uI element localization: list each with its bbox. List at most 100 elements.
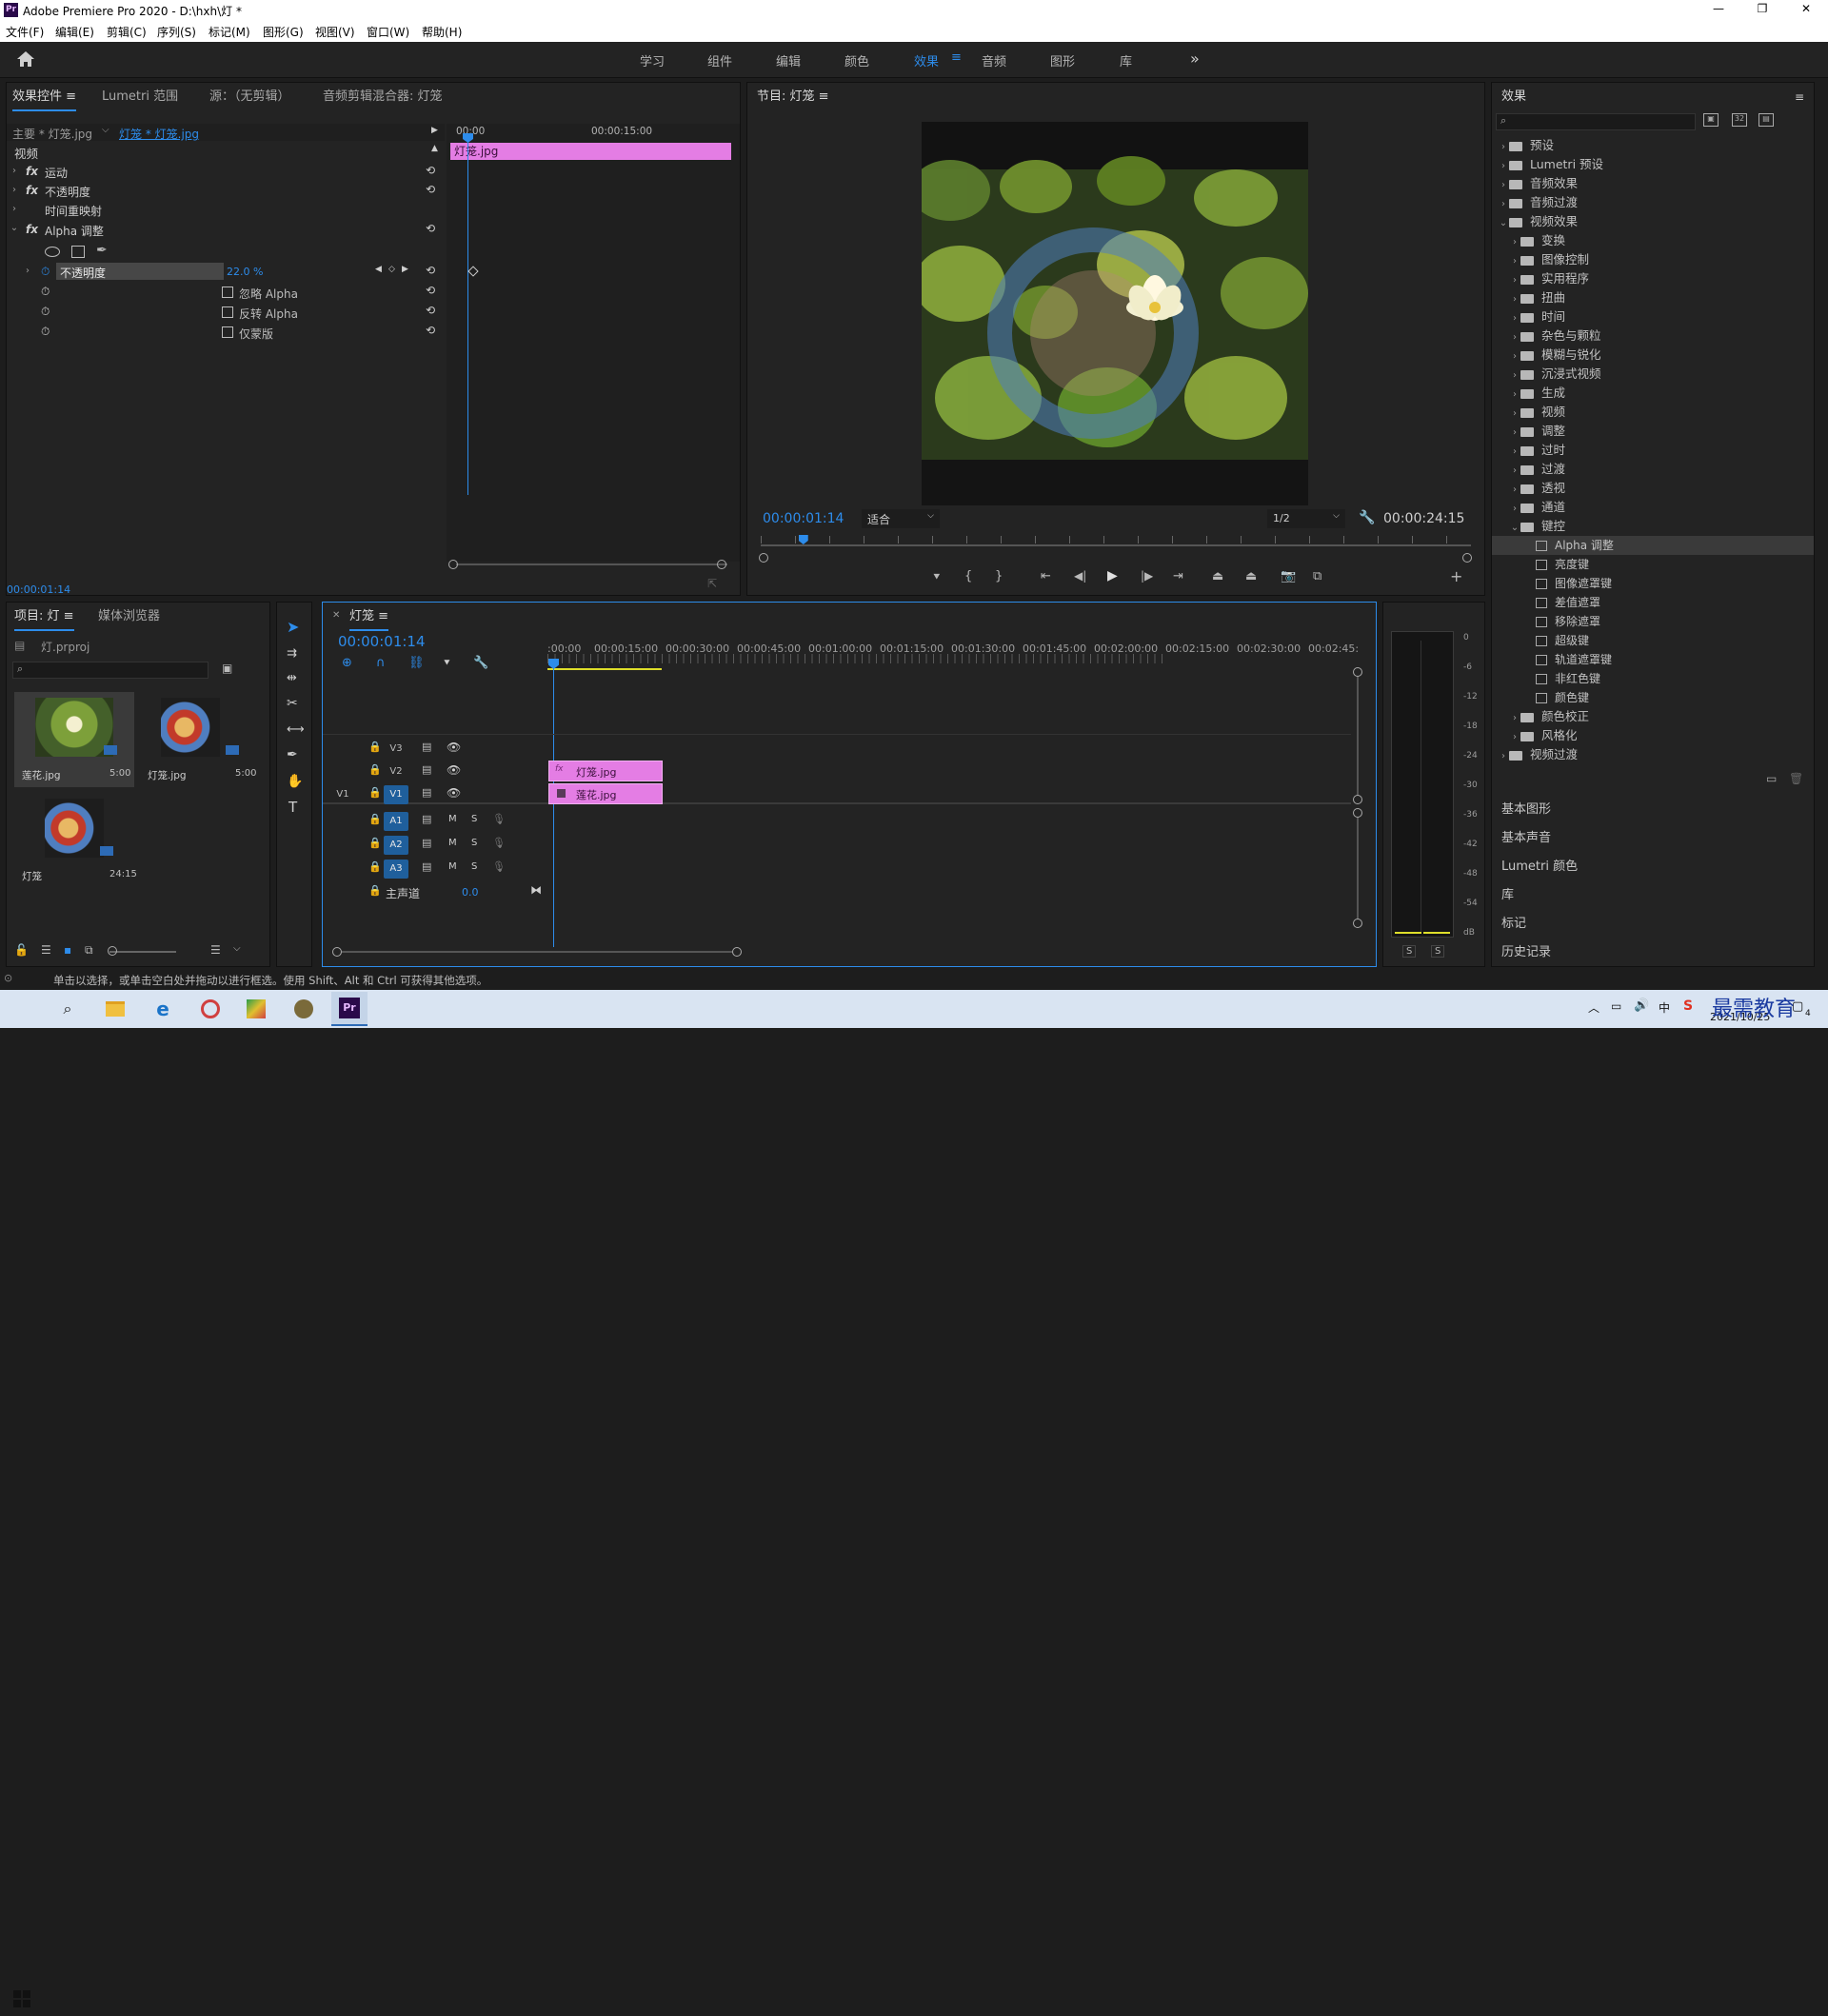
ellipse-mask-icon[interactable] [45, 247, 60, 257]
voiceover-mic-icon[interactable]: 🎙 [492, 860, 506, 873]
effects-panel-title[interactable]: 效果 [1501, 83, 1526, 111]
chevron-right-icon[interactable]: › [1509, 309, 1520, 328]
menu-edit[interactable]: 编辑(E) [55, 24, 94, 40]
menu-file[interactable]: 文件(F) [6, 24, 44, 40]
timeline-playhead-line[interactable] [553, 665, 554, 947]
workspace-tab-assembly[interactable]: 组件 [707, 51, 732, 69]
tab-source[interactable]: 源：（无剪辑） [209, 83, 290, 111]
network-icon[interactable]: ▭ [1611, 999, 1621, 1013]
effects-tree-item[interactable]: 非红色键 [1492, 669, 1814, 688]
new-bin-icon[interactable]: ▭ [1766, 772, 1777, 785]
play-triangle-icon[interactable]: ▶ [431, 126, 438, 135]
chevron-right-icon[interactable]: › [1498, 195, 1509, 214]
fx-row-opacity[interactable]: › fx 不透明度 ⟲ [7, 182, 445, 201]
lock-icon[interactable]: 🔓 [14, 943, 29, 957]
menu-help[interactable]: 帮助(H) [422, 24, 462, 40]
home-icon[interactable] [15, 49, 36, 69]
lock-track-icon[interactable]: 🔒 [368, 884, 382, 897]
effects-tree-item[interactable]: › 风格化 [1492, 726, 1814, 745]
sogou-icon[interactable]: S [1683, 998, 1693, 1014]
lock-track-icon[interactable]: 🔒 [368, 741, 382, 753]
chevron-down-icon[interactable]: ⌵ [102, 125, 109, 135]
pen-tool-icon[interactable]: ✒ [287, 747, 298, 762]
menu-sequence[interactable]: 序列(S) [157, 24, 196, 40]
menu-view[interactable]: 视图(V) [315, 24, 355, 40]
add-button-icon[interactable]: + [1450, 567, 1462, 585]
go-to-out-icon[interactable]: ⇥ [1173, 569, 1183, 583]
chevron-right-icon[interactable]: › [1509, 252, 1520, 271]
chevron-right-icon[interactable]: › [1509, 709, 1520, 728]
effects-tree-item[interactable]: › 图像控制 [1492, 250, 1814, 269]
opacity-param-row[interactable]: › ⏱ 不透明度 22.0 % ◀ ◇ ▶ ⟲ [7, 263, 445, 282]
workspace-more-icon[interactable]: » [1190, 49, 1200, 68]
chevron-right-icon[interactable]: › [1509, 481, 1520, 500]
reset-icon[interactable]: ⟲ [426, 222, 435, 235]
workspace-tab-editing[interactable]: 编辑 [776, 51, 801, 69]
comparison-view-icon[interactable]: ⧉ [1313, 569, 1321, 583]
chevron-down-icon[interactable]: ⌄ [1498, 214, 1509, 233]
track-target-v1[interactable]: V1 [384, 785, 408, 804]
app-icon[interactable] [192, 992, 228, 1026]
subpanel-libraries[interactable]: 库 [1501, 884, 1514, 902]
new-bin-folder-icon[interactable]: ▣ [222, 662, 232, 675]
track-target-v2[interactable]: V2 [384, 762, 408, 781]
effects-tree-item[interactable]: › 通道 [1492, 498, 1814, 517]
slider-handle[interactable] [108, 946, 117, 956]
keyframe-icon[interactable] [467, 266, 479, 277]
effects-tree-item[interactable]: › 颜色校正 [1492, 707, 1814, 726]
voiceover-mic-icon[interactable]: 🎙 [492, 813, 506, 825]
workspace-tab-learn[interactable]: 学习 [640, 51, 665, 69]
lock-track-icon[interactable]: 🔒 [368, 860, 382, 873]
chevron-right-icon[interactable]: › [22, 266, 33, 276]
menu-clip[interactable]: 剪辑(C) [107, 24, 147, 40]
fx-row-alpha-adjust[interactable]: ⌄ fx Alpha 调整 ⟲ [7, 221, 445, 240]
effects-tree-item[interactable]: 轨道遮罩键 [1492, 650, 1814, 669]
edge-browser-icon[interactable]: e [145, 992, 181, 1026]
track-target-a1[interactable]: A1 [384, 812, 408, 831]
effects-tree-item[interactable]: › 调整 [1492, 422, 1814, 441]
clip-bar[interactable]: 灯笼.jpg [450, 143, 731, 160]
eye-icon[interactable]: 👁 [447, 786, 461, 800]
effects-tree-item[interactable]: › 过时 [1492, 441, 1814, 460]
lock-track-icon[interactable]: 🔒 [368, 763, 382, 776]
add-marker-icon[interactable]: ⯆ [443, 657, 451, 670]
workspace-tab-audio[interactable]: 音频 [982, 51, 1006, 69]
effects-tree-item[interactable]: › 时间 [1492, 307, 1814, 326]
clip-v1-lotus[interactable]: 莲花.jpg [548, 783, 663, 804]
chevron-down-icon[interactable]: ⌵ [233, 943, 241, 954]
effects-tree-item[interactable]: Alpha 调整 [1492, 536, 1814, 555]
chevron-right-icon[interactable]: › [9, 166, 20, 176]
lift-icon[interactable]: ⏏ [1212, 569, 1223, 583]
mute-button[interactable]: M [448, 838, 457, 848]
effects-tree-item[interactable]: 超级键 [1492, 631, 1814, 650]
icon-view-icon[interactable]: ▪ [64, 943, 71, 957]
solo-right-button[interactable]: S [1431, 945, 1445, 958]
scrubber-handle-right[interactable] [1462, 553, 1472, 563]
next-keyframe-icon[interactable]: ▶ [402, 265, 408, 274]
tab-media-browser[interactable]: 媒体浏览器 [98, 603, 160, 631]
mute-button[interactable]: M [448, 861, 457, 872]
effects-tree-item[interactable]: 图像遮罩键 [1492, 574, 1814, 593]
invert-alpha-checkbox[interactable] [222, 306, 233, 318]
chevron-right-icon[interactable]: › [1509, 271, 1520, 290]
master-volume-value[interactable]: 0.0 [462, 886, 479, 899]
effects-tree-item[interactable]: › 过渡 [1492, 460, 1814, 479]
effects-tree-item[interactable]: ⌄ 视频效果 [1492, 212, 1814, 231]
reset-icon[interactable]: ⟲ [426, 304, 435, 317]
workspace-tab-graphics[interactable]: 图形 [1050, 51, 1075, 69]
sort-icon[interactable]: ☰ [210, 943, 221, 957]
effects-tree-item[interactable]: › 透视 [1492, 479, 1814, 498]
chevron-right-icon[interactable]: › [1509, 290, 1520, 309]
effects-search-input[interactable]: ⌕ [1496, 113, 1696, 130]
effects-tree-item[interactable]: 差值遮罩 [1492, 593, 1814, 612]
scrubber-handle-left[interactable] [759, 553, 768, 563]
sync-lock-icon[interactable]: ▤ [422, 786, 431, 799]
fx-row-motion[interactable]: › fx 运动 ⟲ [7, 163, 445, 182]
effects-tree-item[interactable]: › 模糊与锐化 [1492, 346, 1814, 365]
sync-lock-icon[interactable]: ▤ [422, 763, 431, 776]
yuv-effects-icon[interactable]: ▤ [1758, 113, 1774, 127]
subpanel-lumetri-color[interactable]: Lumetri 颜色 [1501, 856, 1578, 874]
subpanel-essential-graphics[interactable]: 基本图形 [1501, 799, 1551, 817]
lock-track-icon[interactable]: 🔒 [368, 813, 382, 825]
resolution-dropdown[interactable]: 1/2 ⌵ [1267, 509, 1345, 528]
